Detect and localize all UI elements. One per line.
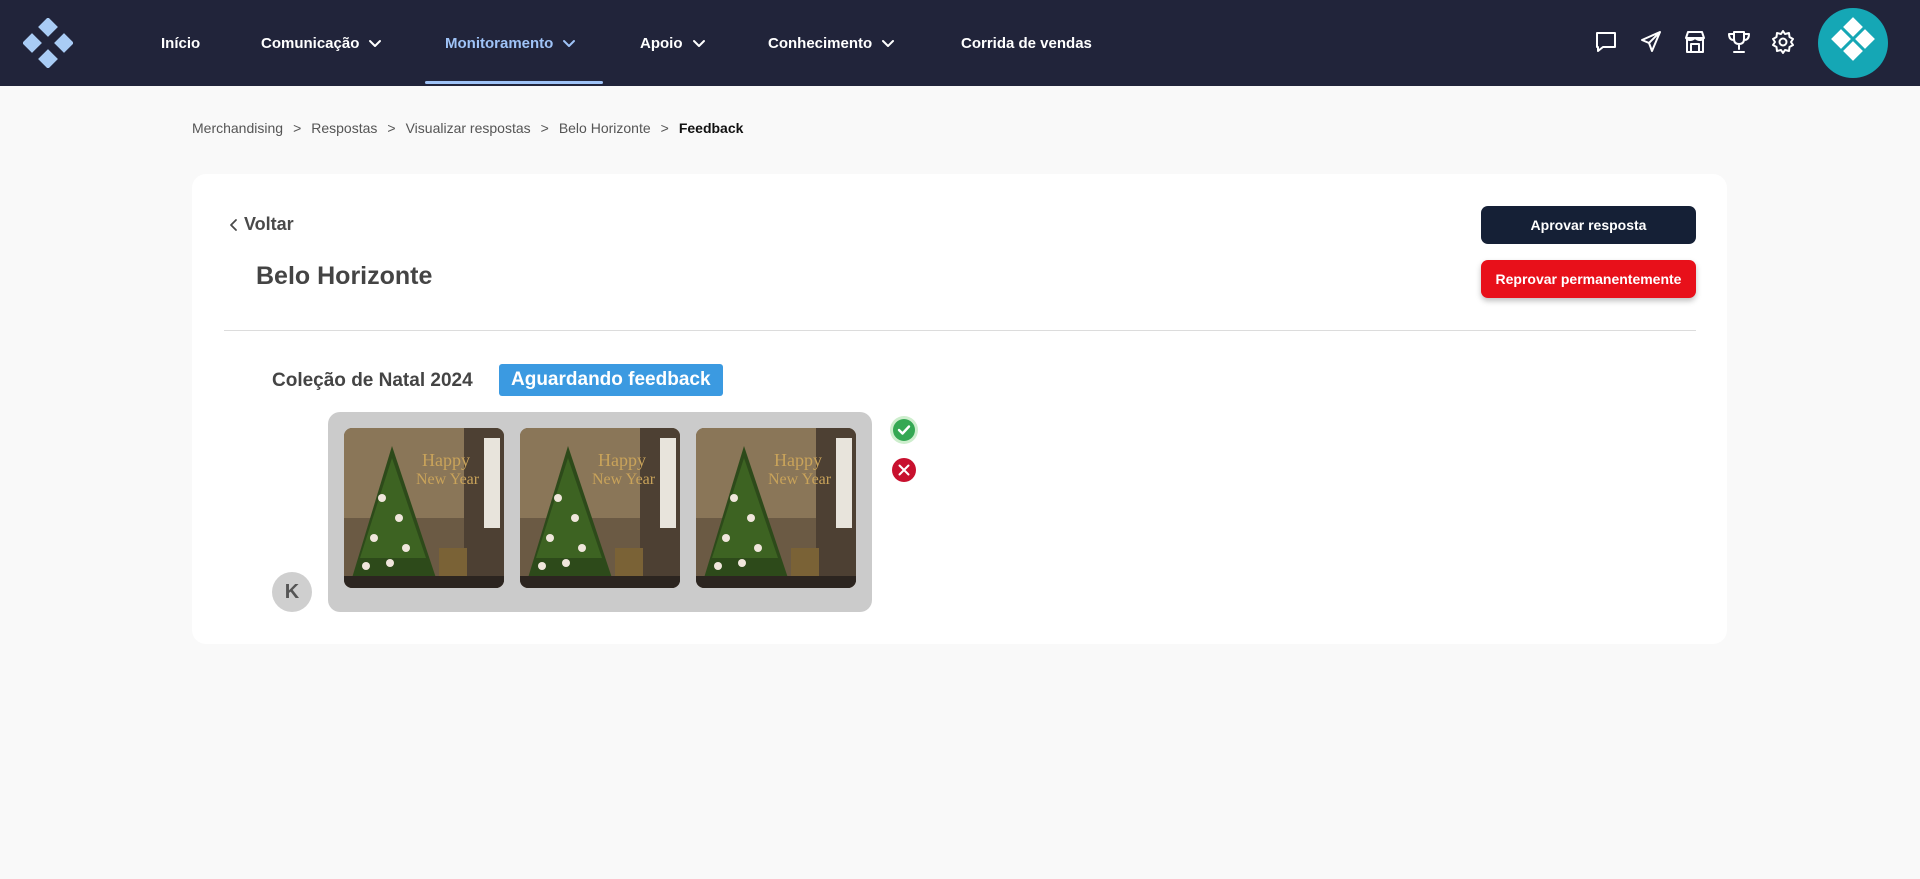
nav-corrida-de-vendas[interactable]: Corrida de vendas — [961, 0, 1092, 86]
approve-button[interactable]: Aprovar resposta — [1481, 206, 1696, 244]
breadcrumb-separator: > — [540, 120, 549, 136]
top-nav-bar: Início Comunicação Monitoramento Apoio C… — [0, 0, 1920, 86]
page-title: Belo Horizonte — [256, 262, 433, 290]
status-badge: Aguardando feedback — [499, 364, 723, 396]
send-icon[interactable] — [1638, 29, 1664, 55]
breadcrumb-separator: > — [293, 120, 302, 136]
christmas-tree-photo-image: Happy New Year — [696, 428, 856, 588]
back-button[interactable]: Voltar — [228, 214, 294, 235]
svg-text:Happy: Happy — [774, 450, 822, 470]
active-nav-indicator — [425, 81, 603, 84]
app-logo[interactable] — [23, 18, 73, 68]
christmas-tree-photo-image: Happy New Year — [344, 428, 504, 588]
svg-text:Happy: Happy — [422, 450, 470, 470]
reject-permanently-button[interactable]: Reprovar permanentemente — [1481, 260, 1696, 298]
breadcrumb-respostas[interactable]: Respostas — [311, 120, 377, 136]
trophy-icon[interactable] — [1726, 29, 1752, 55]
gear-icon[interactable] — [1770, 29, 1796, 55]
breadcrumb-merchandising[interactable]: Merchandising — [192, 120, 283, 136]
breadcrumb-visualizar-respostas[interactable]: Visualizar respostas — [406, 120, 531, 136]
avatar: K — [272, 572, 312, 612]
nav-corrida-label: Corrida de vendas — [961, 34, 1092, 52]
nav-comunicacao-label: Comunicação — [261, 34, 360, 52]
chevron-left-icon — [230, 218, 237, 231]
chevron-down-icon — [563, 40, 576, 47]
nav-apoio[interactable]: Apoio — [640, 0, 706, 86]
store-icon[interactable] — [1682, 29, 1708, 55]
breadcrumb-current: Feedback — [678, 120, 744, 136]
nav-inicio-label: Início — [161, 34, 201, 52]
divider — [224, 330, 1696, 331]
nav-apoio-label: Apoio — [640, 34, 683, 52]
chevron-down-icon — [369, 40, 382, 47]
breadcrumb-separator: > — [387, 120, 396, 136]
back-label: Voltar — [244, 214, 294, 234]
chevron-down-icon — [692, 40, 705, 47]
submission-photo[interactable]: Happy New Year — [344, 428, 504, 588]
nav-inicio[interactable]: Início — [161, 0, 200, 86]
feedback-card: Voltar Belo Horizonte Aprovar resposta R… — [192, 174, 1727, 644]
breadcrumb: Merchandising > Respostas > Visualizar r… — [192, 120, 743, 136]
submission-photo[interactable]: Happy New Year — [696, 428, 856, 588]
svg-text:New Year: New Year — [416, 471, 480, 488]
collection-title: Coleção de Natal 2024 — [272, 370, 473, 391]
submission-photo[interactable]: Happy New Year — [520, 428, 680, 588]
photo-gallery: Happy New Year Happy New Year Happy New … — [328, 412, 872, 612]
reject-x-icon[interactable] — [890, 456, 918, 484]
user-avatar-menu[interactable] — [1818, 8, 1888, 78]
chat-icon[interactable] — [1593, 29, 1619, 55]
breadcrumb-belo-horizonte[interactable]: Belo Horizonte — [559, 120, 651, 136]
chevron-down-icon — [882, 40, 895, 47]
nav-conhecimento[interactable]: Conhecimento — [768, 0, 895, 86]
nav-monitoramento-label: Monitoramento — [445, 34, 554, 52]
svg-text:New Year: New Year — [592, 471, 656, 488]
company-logo-icon — [1831, 17, 1875, 61]
nav-monitoramento[interactable]: Monitoramento — [445, 0, 576, 86]
svg-text:Happy: Happy — [598, 450, 646, 470]
christmas-tree-photo-image: Happy New Year — [520, 428, 680, 588]
nav-conhecimento-label: Conhecimento — [768, 34, 873, 52]
svg-text:New Year: New Year — [768, 471, 832, 488]
approve-check-icon[interactable] — [890, 416, 918, 444]
breadcrumb-separator: > — [660, 120, 669, 136]
nav-comunicacao[interactable]: Comunicação — [261, 0, 382, 86]
